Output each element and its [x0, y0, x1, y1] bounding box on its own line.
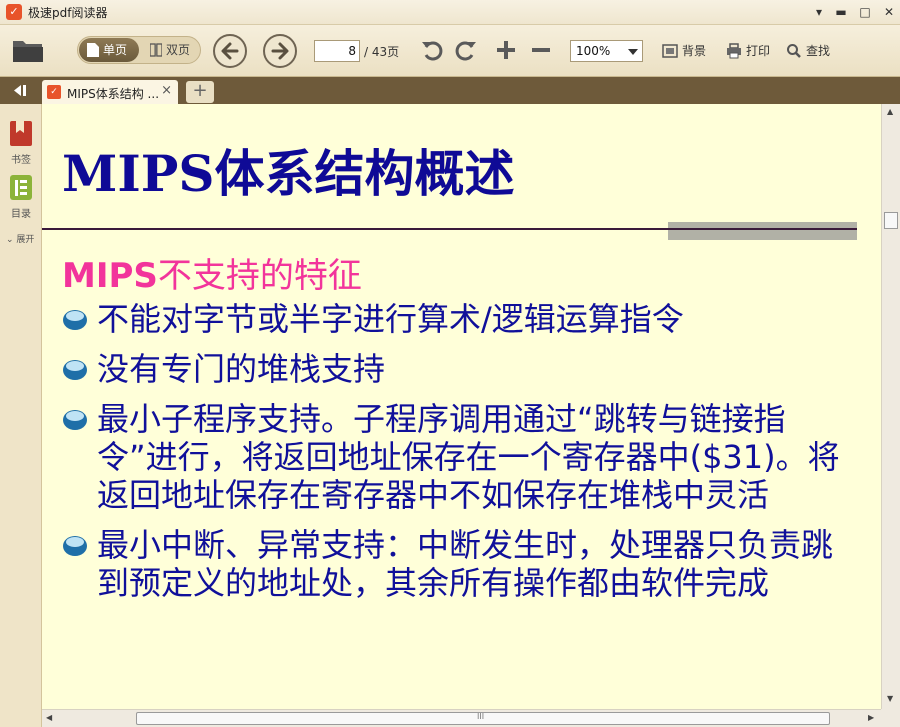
background-button[interactable]: 背景: [662, 42, 706, 60]
bullet-text: 最小中断、异常支持：中断发生时，处理器只负责跳到预定义的地址处，其余所有操作都由…: [97, 526, 834, 602]
list-item: 最小中断、异常支持：中断发生时，处理器只负责跳到预定义的地址处，其余所有操作都由…: [60, 526, 860, 602]
scroll-up-icon[interactable]: ▲: [887, 107, 893, 116]
single-page-label: 单页: [103, 43, 128, 57]
search-icon: [787, 44, 801, 58]
page-number-input[interactable]: 8: [314, 40, 360, 62]
window-title: 极速pdf阅读器: [28, 6, 108, 20]
vertical-scroll-thumb[interactable]: [884, 212, 898, 229]
document-page: MIPS体系结构概述 MIPS不支持的特征 不能对字节或半字进行算术/逻辑运算指…: [42, 104, 881, 709]
horizontal-scroll-thumb[interactable]: III: [136, 712, 830, 725]
print-label: 打印: [746, 44, 771, 58]
find-button[interactable]: 查找: [786, 42, 830, 60]
find-label: 查找: [806, 44, 831, 58]
bullet-list: 不能对字节或半字进行算术/逻辑运算指令 没有专门的堆栈支持 最小子程序支持。子程…: [60, 300, 860, 614]
single-page-button[interactable]: 单页: [79, 38, 139, 62]
list-item: 没有专门的堆栈支持: [60, 350, 860, 388]
double-page-icon: [150, 43, 162, 57]
bullet-text: 最小子程序支持。子程序调用通过“跳转与链接指令”进行，将返回地址保存在一个寄存器…: [97, 400, 840, 514]
minimize-button[interactable]: ▬: [832, 3, 850, 21]
document-tab[interactable]: ✓ MIPS体系结构 ... ×: [42, 80, 178, 104]
view-mode-switch: 单页 双页: [77, 36, 201, 64]
chevron-down-icon: ⌄: [6, 235, 14, 245]
tab-label: MIPS体系结构 ...: [67, 87, 160, 101]
title-divider-accent: [668, 222, 857, 240]
vertical-scrollbar[interactable]: ▲ ▼: [881, 104, 900, 709]
app-logo-icon: ✓: [6, 4, 22, 20]
bullet-text: 不能对字节或半字进行算术/逻辑运算指令: [97, 300, 684, 338]
scroll-down-icon[interactable]: ▼: [887, 694, 893, 703]
bookmark-label: 书签: [11, 155, 31, 166]
open-folder-icon[interactable]: [12, 37, 44, 63]
sphere-bullet-icon: [63, 360, 87, 380]
background-label: 背景: [682, 44, 707, 58]
horizontal-scrollbar[interactable]: ◀ III ▶: [42, 709, 881, 727]
sidebar: 书签 目录 ⌄ 展开: [0, 104, 42, 727]
printer-icon: [727, 43, 741, 59]
bullet-text: 没有专门的堆栈支持: [97, 350, 386, 388]
toc-button[interactable]: 目录: [4, 174, 38, 220]
arrow-left-icon: [221, 42, 239, 60]
menu-dropdown-icon[interactable]: ▾: [810, 3, 828, 21]
zoom-select[interactable]: 100%: [570, 40, 643, 62]
subtitle-rest: 不支持的特征: [157, 256, 362, 296]
sphere-bullet-icon: [63, 410, 87, 430]
double-page-button[interactable]: 双页: [142, 38, 200, 62]
new-tab-button[interactable]: +: [186, 81, 214, 103]
background-icon: [662, 44, 678, 58]
scroll-grip: III: [477, 712, 485, 721]
rotate-right-icon[interactable]: [454, 38, 478, 62]
arrow-right-icon: [271, 42, 289, 60]
next-page-button[interactable]: [263, 34, 297, 68]
rotate-left-icon[interactable]: [420, 38, 444, 62]
zoom-value: 100%: [576, 44, 611, 58]
list-item: 最小子程序支持。子程序调用通过“跳转与链接指令”进行，将返回地址保存在一个寄存器…: [60, 400, 860, 514]
sphere-bullet-icon: [63, 310, 87, 330]
slide-subtitle: MIPS不支持的特征: [62, 248, 362, 297]
toc-label: 目录: [11, 209, 31, 220]
table-of-contents-icon: [10, 175, 32, 200]
bookmark-icon: [10, 121, 32, 146]
expand-label: 展开: [16, 235, 35, 245]
slide-title: MIPS体系结构概述: [62, 144, 515, 203]
zoom-out-icon[interactable]: [529, 38, 553, 62]
bookmark-button[interactable]: 书签: [4, 120, 38, 166]
toolbar: 单页 双页 8 / 43页 100% 背景 打印 查找: [0, 25, 900, 77]
close-tab-button[interactable]: ×: [161, 83, 172, 98]
pdf-file-icon: ✓: [47, 85, 61, 99]
title-bar: ✓ 极速pdf阅读器 ▾ ▬ □ ✕: [0, 0, 900, 25]
sphere-bullet-icon: [63, 536, 87, 556]
tab-bar: ✓ MIPS体系结构 ... × +: [0, 77, 900, 104]
close-button[interactable]: ✕: [880, 3, 898, 21]
double-page-label: 双页: [166, 43, 191, 57]
chevron-down-icon: [628, 49, 638, 55]
prev-page-button[interactable]: [213, 34, 247, 68]
expand-button[interactable]: ⌄ 展开: [6, 232, 34, 245]
page-total: / 43页: [364, 45, 400, 59]
subtitle-bold: MIPS: [62, 256, 158, 296]
zoom-in-icon[interactable]: [494, 38, 518, 62]
scrollbar-corner: [881, 709, 900, 727]
scroll-right-icon[interactable]: ▶: [868, 713, 874, 722]
maximize-button[interactable]: □: [856, 3, 874, 21]
single-page-icon: [87, 43, 99, 57]
print-button[interactable]: 打印: [726, 42, 770, 60]
scroll-left-icon[interactable]: ◀: [46, 713, 52, 722]
title-divider-line: [668, 228, 857, 230]
list-item: 不能对字节或半字进行算术/逻辑运算指令: [60, 300, 860, 338]
collapse-sidebar-icon[interactable]: [0, 77, 40, 104]
